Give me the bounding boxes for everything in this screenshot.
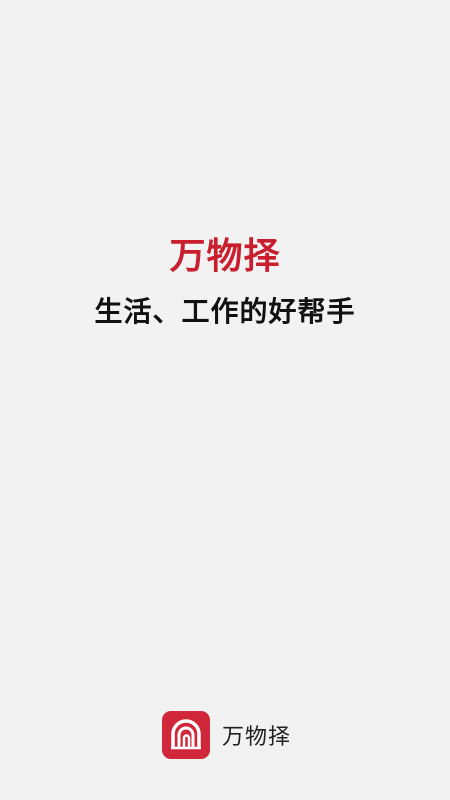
splash-screen: 万物择 生活、工作的好帮手 万物择 — [0, 0, 450, 800]
app-slogan: 生活、工作的好帮手 — [94, 295, 356, 328]
footer-brand: 万物择 — [162, 710, 291, 760]
footer-app-name: 万物择 — [222, 725, 292, 750]
app-title: 万物择 — [169, 236, 281, 277]
arch-door-logo-icon — [162, 711, 210, 759]
